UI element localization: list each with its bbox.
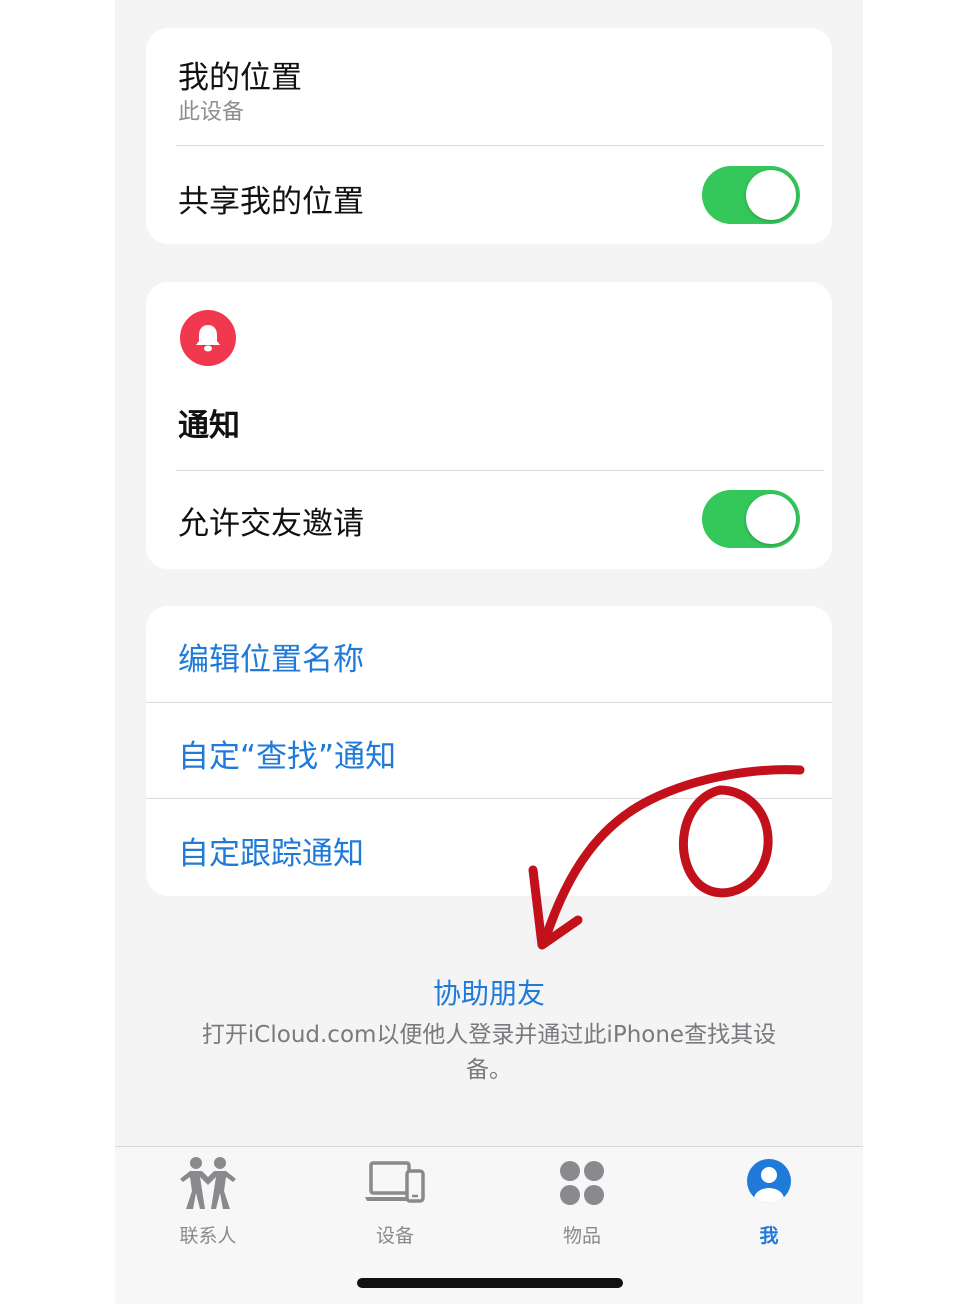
friend-invites-toggle[interactable] — [702, 490, 800, 548]
help-a-friend-description: 打开iCloud.com以便他人登录并通过此iPhone查找其设备。 — [201, 1022, 777, 1083]
customize-tracking-notifications-button[interactable]: 自定跟踪通知 — [178, 828, 364, 873]
tab-devices[interactable]: 设备 — [340, 1155, 450, 1247]
friend-invites-label: 允许交友邀请 — [178, 506, 364, 542]
tab-items[interactable]: 物品 — [527, 1155, 637, 1247]
tab-me-label: 我 — [759, 1225, 779, 1247]
tab-devices-label: 设备 — [375, 1225, 414, 1247]
divider — [176, 145, 824, 146]
people-icon — [180, 1157, 236, 1209]
my-location-title: 我的位置 — [178, 60, 302, 96]
notifications-title: 通知 — [178, 408, 240, 444]
divider — [146, 798, 832, 799]
bell-icon — [180, 310, 236, 366]
location-card: 我的位置 此设备 共享我的位置 — [146, 28, 832, 244]
home-indicator — [357, 1278, 623, 1288]
tab-items-label: 物品 — [562, 1225, 601, 1247]
toggle-knob — [746, 494, 796, 544]
me-screen: 我的位置 此设备 共享我的位置 通知 允许交友邀请 编辑位置名称 自定“查找”通… — [115, 0, 863, 1304]
this-device-subtitle: 此设备 — [178, 100, 245, 125]
tab-me[interactable]: 我 — [714, 1155, 824, 1247]
tab-people[interactable]: 联系人 — [153, 1155, 263, 1247]
share-location-label: 共享我的位置 — [178, 184, 364, 220]
tab-people-label: 联系人 — [179, 1225, 237, 1247]
person-icon — [747, 1159, 791, 1203]
devices-icon — [365, 1161, 425, 1203]
actions-card: 编辑位置名称 自定“查找”通知 自定跟踪通知 — [146, 606, 832, 896]
share-location-toggle[interactable] — [702, 166, 800, 224]
items-icon — [560, 1161, 604, 1205]
customize-find-notifications-button[interactable]: 自定“查找”通知 — [178, 731, 396, 776]
divider — [176, 470, 824, 471]
toggle-knob — [746, 170, 796, 220]
notifications-card: 通知 允许交友邀请 — [146, 282, 832, 569]
help-a-friend-link[interactable]: 协助朋友 — [115, 972, 863, 1012]
divider — [146, 702, 832, 703]
edit-location-name-button[interactable]: 编辑位置名称 — [178, 634, 364, 679]
